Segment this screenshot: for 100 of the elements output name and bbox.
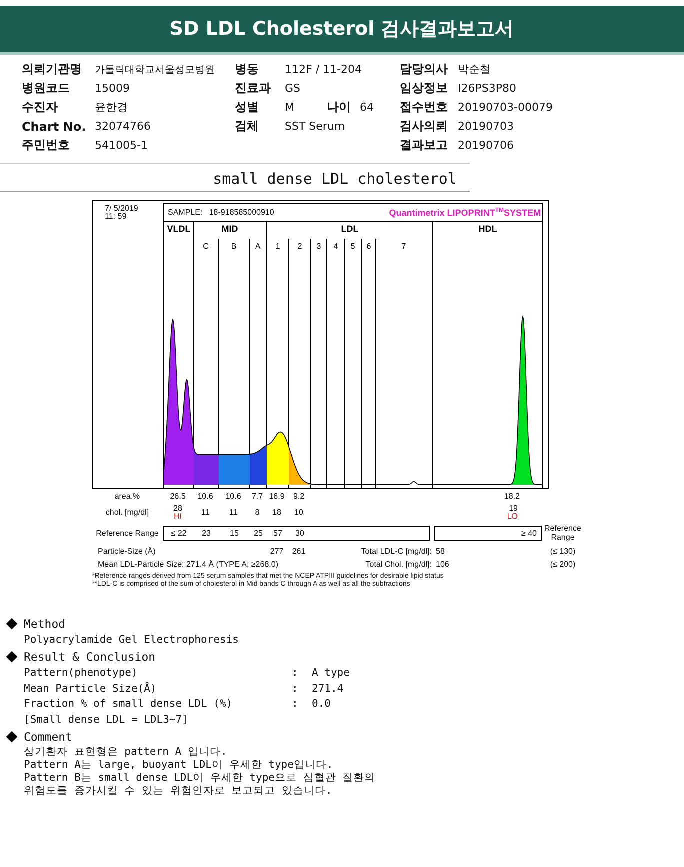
field-value: 64 [360, 101, 374, 114]
field-value: M [285, 101, 296, 114]
field-value: 15009 [95, 82, 131, 95]
field-value: 20190703-00079 [458, 101, 554, 114]
field-label: 의뢰기관명 [22, 61, 83, 78]
brand-text: Quantimetrix LIPOPRINT$^{TM}$SYSTEM [389, 208, 541, 218]
result-label: Pattern(phenotype) [24, 666, 139, 681]
field-label: 나이 [327, 99, 352, 116]
table-cell-text: 261 [291, 547, 307, 556]
field-value: 541005-1 [95, 139, 149, 152]
table-cell-text: 58 [435, 547, 446, 556]
field-value: 32074766 [95, 120, 152, 133]
field-label: 검사의뢰 [400, 118, 449, 135]
field-label: 접수번호 [400, 99, 449, 116]
row-label: area.% [114, 491, 142, 503]
result-label: Fraction % of small dense LDL (%) [24, 697, 234, 712]
section-heading: Method [24, 617, 66, 631]
subband-label: 5 [350, 242, 356, 251]
band-label: VLDL [167, 224, 191, 234]
table-cell-text: 25 [253, 528, 264, 538]
table-cell: 19 LO [432, 504, 542, 521]
total-label: Total Chol. [mg/dl]: [364, 560, 432, 569]
band-label: HDL [478, 224, 498, 234]
section-title: small dense LDL cholesterol [213, 170, 457, 188]
text-line: 상기환자 표현형은 pattern A 입니다. [24, 746, 228, 759]
field-value: SST Serum [285, 120, 346, 133]
field-label: 진료과 [235, 80, 272, 97]
table-cell-text: (≤ 130) [549, 547, 577, 556]
bullet-icon [6, 618, 18, 630]
field-label: 성별 [235, 99, 260, 116]
separator-text: : [292, 682, 300, 696]
table-cell-text: 18 [272, 508, 282, 517]
section-heading: Comment [24, 730, 72, 744]
result-note: [Small dense LDL = LDL3~7] [24, 712, 190, 728]
mean-size-text: Mean LDL-Particle Size: 271.4 Å (TYPE A; ≥268.0) [97, 559, 280, 571]
subband-label: 7 [402, 242, 406, 251]
table-cell: ≥ 40 [521, 528, 537, 538]
result-label: Mean Particle Size(Å) [24, 682, 158, 696]
table-cell-text: 11 [228, 508, 239, 517]
table-cell-text: 106 [435, 560, 450, 569]
field-value: 20190706 [458, 139, 515, 152]
row-label: Particle-Size (Å) [97, 547, 157, 556]
table-cell-text: 9.2 [292, 492, 306, 501]
table-cell-text: 16.9 [268, 492, 286, 501]
total-label: Total LDL-C [mg/dl]: [360, 546, 432, 558]
table-cell-text: 26.5 [169, 492, 187, 501]
text-line: Polyacrylamide Gel Electrophoresis [24, 633, 240, 648]
subband-label: 1 [276, 242, 280, 251]
field-label: 담당의사 [400, 61, 449, 78]
field-value: I26PS3P80 [458, 82, 518, 95]
row-label: chol. [mg/dl] [104, 507, 150, 519]
report-title: SD LDL Cholesterol 검사결과보고서 [170, 17, 514, 42]
bullet-icon [6, 651, 18, 663]
field-value: 112F / 11-204 [285, 63, 362, 76]
separator-text: : [292, 697, 300, 712]
subband-label: A [255, 242, 261, 251]
flag-text: HI [173, 513, 183, 521]
table-cell-text: 277 [269, 547, 285, 556]
field-label: 수진자 [22, 99, 59, 116]
field-label: Chart No. [22, 120, 88, 134]
row-label: Reference Range [95, 528, 160, 540]
field-value: 윤한경 [95, 100, 129, 115]
table-cell-text: (≤ 200) [549, 560, 577, 569]
table-cell-text: 8 [254, 508, 261, 517]
field-value: 20190703 [458, 120, 515, 133]
field-label: 병원코드 [22, 80, 71, 97]
subband-label: 2 [298, 242, 302, 251]
table-cell-text: 18.2 [503, 492, 521, 501]
table-cell-text: 11 [200, 508, 211, 517]
band-label: LDL [341, 224, 359, 234]
table-cell-text: 10 [294, 508, 304, 517]
result-value: 0.0 [312, 697, 332, 712]
flag-text: LO [506, 513, 518, 521]
subband-label: 4 [334, 242, 338, 251]
sample-text: SAMPLE: 18-918585000910 [168, 208, 274, 217]
section-heading: Result & Conclusion [24, 650, 156, 664]
table-cell-text: 10.6 [224, 492, 242, 501]
text-line: 위험도를 증가시킬 수 있는 위험인자로 보고되고 있습니다. [24, 785, 334, 798]
separator-text: : [292, 666, 300, 681]
field-value: 박순철 [458, 62, 492, 77]
field-label: 검체 [235, 118, 260, 135]
field-label: 주민번호 [22, 137, 71, 154]
time-text: 11: 59 [105, 213, 128, 221]
subband-label: 6 [366, 242, 372, 251]
text-line: Pattern B는 small dense LDL이 우세한 type으로 심혈관 질환의 [24, 772, 377, 785]
table-cell-text: ≤ 22 [170, 528, 188, 538]
table-cell-text: 23 [201, 528, 212, 538]
table-cell-text: 57 [272, 528, 284, 538]
bullet-icon [6, 731, 18, 743]
band-label: MID [222, 224, 238, 234]
subband-label: B [231, 242, 237, 251]
table-cell-text: 10.6 [196, 492, 214, 501]
subband-label: C [203, 242, 209, 251]
field-value: 가톨릭대학교서울성모병원 [95, 64, 216, 76]
text-line: Pattern A는 large, buoyant LDL이 우세한 type입니다. [24, 759, 334, 772]
result-value: 271.4 [312, 682, 345, 696]
row-label: Reference Range [544, 523, 582, 544]
table-cell-text: 7.7 [250, 492, 264, 501]
field-label: 결과보고 [400, 137, 449, 154]
table-cell-text: 30 [294, 528, 306, 538]
